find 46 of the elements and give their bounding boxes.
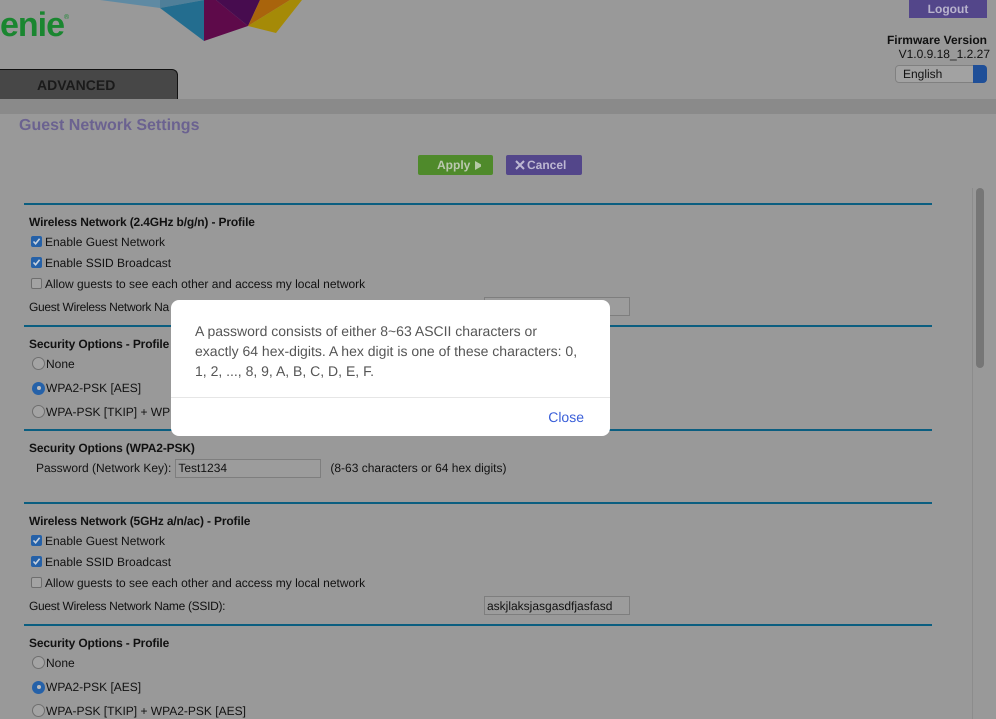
scrollbar[interactable] xyxy=(972,188,986,719)
firmware-label: Firmware Version xyxy=(886,33,987,47)
radio-label: WPA-PSK [TKIP] + WPA2-PSK [AES] xyxy=(46,704,246,718)
radio-label: WPA2-PSK [AES] xyxy=(46,680,142,694)
checkbox-label: Allow guests to see each other and access my local network xyxy=(45,276,366,290)
radio-label: WPA-PSK [TKIP] + WP xyxy=(46,404,170,418)
radio-label: None xyxy=(46,356,75,370)
radio-label: WPA2-PSK [AES] xyxy=(46,381,142,395)
checkbox[interactable] xyxy=(31,257,42,268)
cancel-button[interactable]: Cancel xyxy=(506,155,582,175)
checkbox-label: Enable SSID Broadcast xyxy=(45,554,172,568)
radio-button[interactable] xyxy=(32,656,45,669)
password-field[interactable]: Test1234 xyxy=(175,458,322,478)
checkbox[interactable] xyxy=(31,556,42,567)
field-label: Password (Network Key): xyxy=(36,461,172,475)
radio-button[interactable] xyxy=(32,357,45,370)
section-heading: Security Options (WPA2-PSK) xyxy=(29,440,195,457)
ssid-field[interactable]: askjlaksjasgasdfjasfasd xyxy=(484,596,630,615)
checkbox[interactable] xyxy=(31,236,42,247)
language-select[interactable]: English xyxy=(895,65,987,83)
dialog-message: A password consists of either 8~63 ASCII characters or exactly 64 hex-digits. A hex digit is one of these characters: 0, 1, 2, ..., 8, 9, A, B, C, D, E, F. xyxy=(195,322,578,381)
section-heading: Wireless Network (5GHz a/n/ac) - Profile xyxy=(29,513,250,530)
field-label: Guest Wireless Network Name (SSID): xyxy=(29,598,226,612)
section-heading: Security Options - Profile xyxy=(29,336,170,353)
radio-button[interactable] xyxy=(32,405,45,418)
logo-text: enie xyxy=(0,10,64,40)
checkbox[interactable] xyxy=(31,535,42,546)
close-link[interactable]: Close xyxy=(548,409,584,425)
checkbox-label: Allow guests to see each other and access my local network xyxy=(45,576,366,590)
radio-button[interactable] xyxy=(32,680,45,694)
section-heading: Security Options - Profile xyxy=(29,635,170,652)
radio-button[interactable] xyxy=(32,382,45,394)
firmware-version: V1.0.9.18_1.2.27 xyxy=(898,47,990,61)
checkbox-label: Enable Guest Network xyxy=(45,534,166,548)
password-hint: (8-63 characters or 64 hex digits) xyxy=(330,461,506,475)
radio-label: None xyxy=(46,656,75,670)
logout-button[interactable]: Logout xyxy=(909,0,987,18)
checkbox-label: Enable Guest Network xyxy=(45,234,166,248)
field-label: Guest Wireless Network Na xyxy=(29,300,170,314)
checkbox[interactable] xyxy=(31,278,42,289)
checkbox[interactable] xyxy=(31,577,42,588)
section-heading: Wireless Network (2.4GHz b/g/n) - Profile xyxy=(29,214,255,231)
close-icon xyxy=(515,160,525,170)
radio-button[interactable] xyxy=(32,704,45,717)
play-icon xyxy=(475,160,481,170)
checkbox-label: Enable SSID Broadcast xyxy=(45,256,172,270)
